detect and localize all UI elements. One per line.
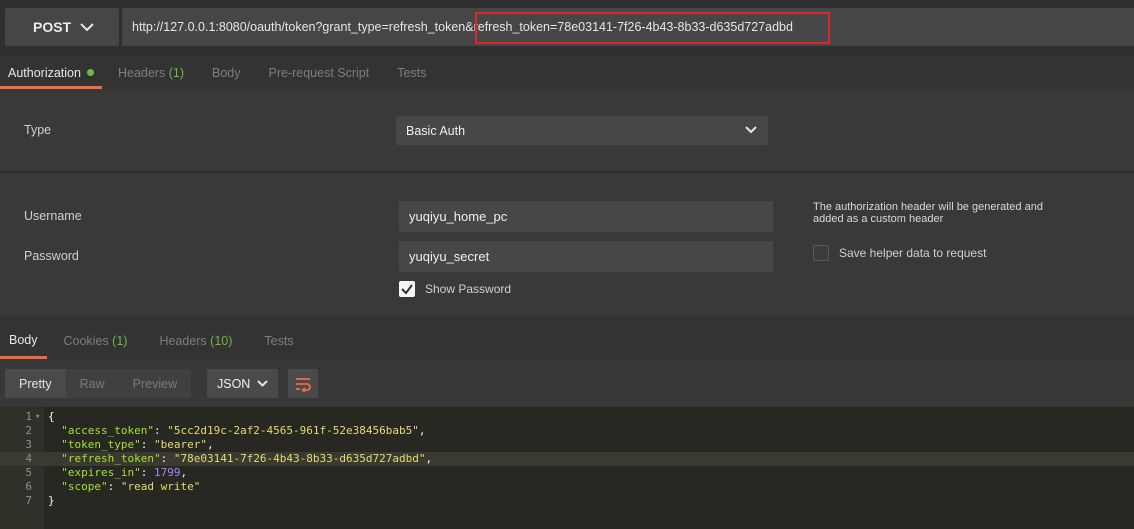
auth-type-select[interactable]: Basic Auth	[396, 116, 768, 145]
view-pretty-button[interactable]: Pretty	[5, 369, 66, 398]
code-line: 2 "access_token": "5cc2d19c-2af2-4565-96…	[0, 424, 1134, 438]
wrap-icon	[296, 377, 311, 392]
tab-label: Pre-request Script	[268, 65, 370, 80]
view-preview-button[interactable]: Preview	[119, 369, 191, 398]
tab-label: Body	[211, 65, 241, 80]
save-helper-checkbox[interactable]	[813, 245, 829, 261]
username-label: Username	[24, 209, 82, 223]
tab-response-headers[interactable]: Headers (10)	[150, 323, 241, 359]
json-value: "read write"	[120, 480, 201, 493]
line-number: 2	[25, 424, 32, 437]
password-label: Password	[24, 249, 79, 263]
line-number: 1	[25, 410, 32, 423]
line-number: 4	[25, 452, 32, 465]
code-line-current: 4 "refresh_token": "78e03141-7f26-4b43-8…	[0, 452, 1134, 466]
line-number: 6	[25, 480, 32, 493]
tab-count: (10)	[210, 334, 233, 348]
json-value: "78e03141-7f26-4b43-8b33-d635d727adbd"	[173, 452, 426, 465]
format-select[interactable]: JSON	[207, 369, 278, 398]
method-label: POST	[33, 19, 72, 35]
view-mode-toggle: Pretty Raw Preview	[5, 369, 192, 398]
code-line: 1 ▾ {	[0, 410, 1134, 424]
tab-label: Tests	[264, 334, 294, 348]
auth-type-value: Basic Auth	[406, 123, 466, 138]
json-value: "bearer"	[153, 438, 207, 451]
tab-label: Body	[9, 332, 38, 347]
json-key: "expires_in"	[61, 466, 141, 479]
code-line: 6 "scope": "read write"	[0, 480, 1134, 494]
tab-count: (1)	[168, 65, 184, 80]
tab-label: Headers	[159, 334, 207, 348]
json-value: 1799	[153, 466, 181, 479]
save-helper-label: Save helper data to request	[839, 246, 987, 260]
chevron-down-icon	[80, 23, 94, 32]
tab-label: Cookies	[63, 334, 109, 348]
response-tabs: Body Cookies (1) Headers (10) Tests	[0, 323, 1134, 359]
code-line: 7 }	[0, 494, 1134, 508]
format-value: JSON	[217, 376, 251, 391]
json-key: "refresh_token"	[61, 452, 161, 465]
username-value: yuqiyu_home_pc	[409, 209, 508, 224]
show-password-label: Show Password	[425, 282, 512, 296]
wrap-lines-button[interactable]	[288, 369, 318, 398]
json-sep: ,	[418, 424, 426, 437]
checkmark-icon	[401, 284, 413, 295]
view-raw-button[interactable]: Raw	[66, 369, 119, 398]
tab-label: Headers	[117, 65, 166, 80]
highlight-box	[475, 12, 830, 44]
line-number: 5	[25, 466, 32, 479]
json-value: "5cc2d19c-2af2-4565-961f-52e38456bab5"	[167, 424, 419, 437]
tab-tests[interactable]: Tests	[389, 56, 434, 89]
code-text: {	[48, 410, 55, 423]
chevron-down-icon	[745, 126, 757, 134]
type-label: Type	[24, 123, 52, 137]
tab-count: (1)	[112, 334, 128, 348]
fold-arrow-icon[interactable]: ▾	[35, 410, 40, 424]
json-key: "token_type"	[61, 438, 141, 451]
password-field[interactable]: yuqiyu_secret	[399, 241, 773, 272]
request-bar: POST http://127.0.0.1:8080/oauth/token?g…	[0, 0, 1134, 56]
response-toolbar: Pretty Raw Preview JSON	[0, 359, 1134, 407]
tab-cookies[interactable]: Cookies (1)	[55, 323, 137, 359]
tab-label: Tests	[397, 65, 427, 80]
tab-body[interactable]: Body	[204, 56, 249, 89]
tab-headers[interactable]: Headers (1)	[110, 56, 192, 89]
code-line: 3 "token_type": "bearer",	[0, 438, 1134, 452]
json-key: "scope"	[61, 480, 108, 493]
username-field[interactable]: yuqiyu_home_pc	[399, 201, 773, 232]
line-number: 7	[25, 494, 32, 507]
password-value: yuqiyu_secret	[409, 249, 490, 264]
status-dot-icon	[86, 69, 94, 76]
tab-response-tests[interactable]: Tests	[255, 323, 302, 359]
code-line: 5 "expires_in": 1799,	[0, 466, 1134, 480]
tab-pre-request-script[interactable]: Pre-request Script	[260, 56, 377, 89]
response-body-editor[interactable]: 1 ▾ { 2 "access_token": "5cc2d19c-2af2-4…	[0, 407, 1134, 529]
json-sep: ,	[206, 438, 214, 451]
show-password-checkbox[interactable]	[399, 281, 415, 297]
json-sep: ,	[180, 466, 188, 479]
json-key: "access_token"	[61, 424, 154, 437]
tab-response-body[interactable]: Body	[0, 323, 47, 359]
method-select[interactable]: POST	[5, 8, 119, 46]
tab-label: Authorization	[8, 65, 81, 80]
request-tabs: Authorization Headers (1) Body Pre-reque…	[0, 56, 1134, 89]
line-number: 3	[25, 438, 32, 451]
chevron-down-icon	[257, 380, 268, 387]
auth-header-note: The authorization header will be generat…	[813, 201, 1043, 225]
tab-authorization[interactable]: Authorization	[0, 56, 102, 89]
code-text: }	[48, 494, 55, 507]
json-sep: ,	[425, 452, 433, 465]
